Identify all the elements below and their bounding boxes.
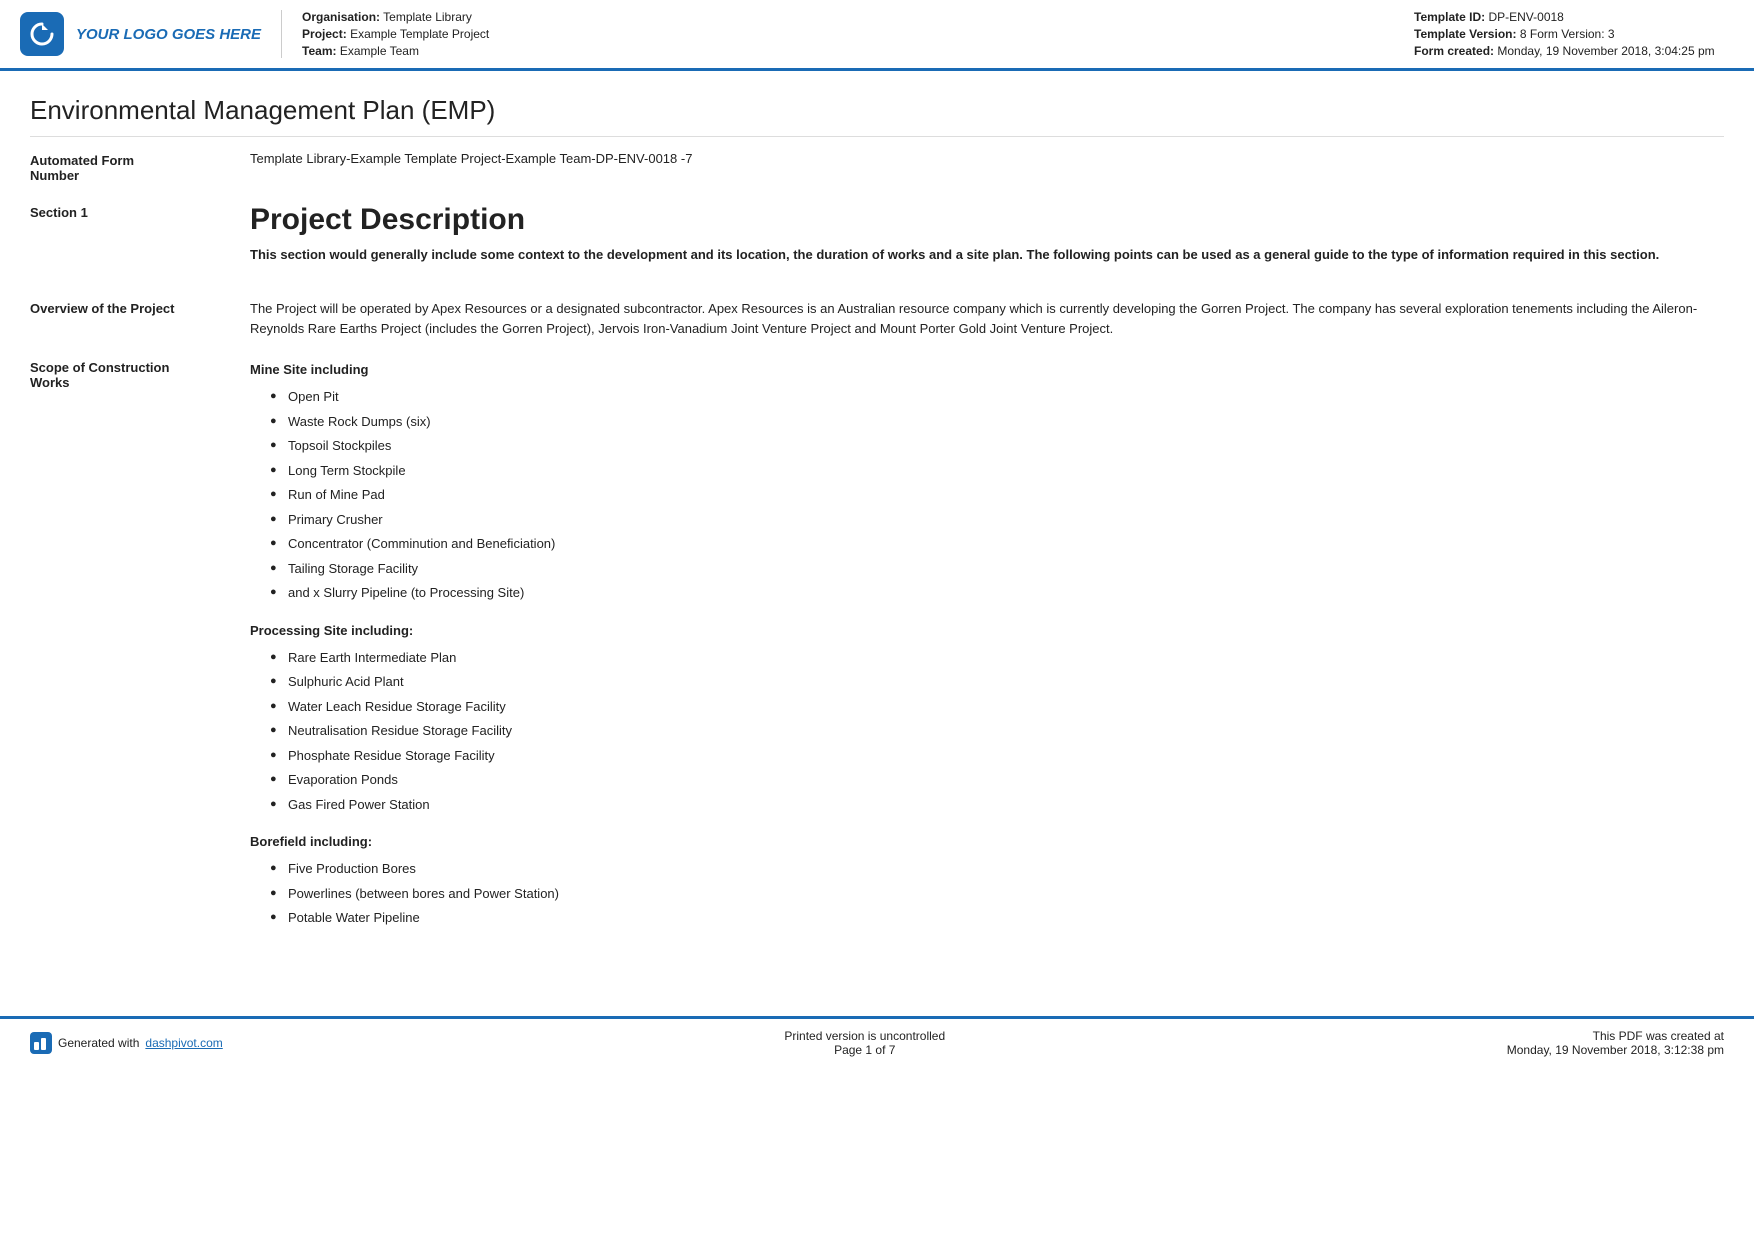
form-version-value: 3	[1608, 27, 1615, 41]
template-id-label: Template ID:	[1414, 10, 1485, 24]
main-content: Environmental Management Plan (EMP) Auto…	[0, 71, 1754, 986]
team-label: Team:	[302, 44, 336, 58]
mine-site-heading: Mine Site including	[250, 362, 1724, 377]
template-version-row: Template Version: 8 Form Version: 3	[1414, 27, 1734, 41]
scope-label: Scope of ConstructionWorks	[30, 358, 250, 390]
overview-label: Overview of the Project	[30, 299, 250, 316]
list-item: and x Slurry Pipeline (to Processing Sit…	[270, 583, 1724, 603]
form-created-row: Form created: Monday, 19 November 2018, …	[1414, 44, 1734, 58]
processing-site-list: Rare Earth Intermediate Plan Sulphuric A…	[270, 648, 1724, 815]
form-version-label: Form Version:	[1530, 27, 1605, 41]
org-value: Template Library	[383, 10, 472, 24]
borefield-section: Borefield including: Five Production Bor…	[250, 834, 1724, 928]
list-item: Sulphuric Acid Plant	[270, 672, 1724, 692]
section1-row: Section 1 Project Description This secti…	[30, 203, 1724, 281]
team-row: Team: Example Team	[302, 44, 1414, 58]
list-item: Powerlines (between bores and Power Stat…	[270, 884, 1724, 904]
mine-site-list: Open Pit Waste Rock Dumps (six) Topsoil …	[270, 387, 1724, 603]
list-item: Neutralisation Residue Storage Facility	[270, 721, 1724, 741]
logo-text: YOUR LOGO GOES HERE	[76, 26, 261, 43]
footer-logo-icon	[30, 1032, 52, 1054]
overview-text: The Project will be operated by Apex Res…	[250, 299, 1724, 341]
org-row: Organisation: Template Library	[302, 10, 1414, 24]
header-right: Template ID: DP-ENV-0018 Template Versio…	[1414, 10, 1734, 58]
footer-center: Printed version is uncontrolled Page 1 o…	[784, 1029, 945, 1057]
list-item: Evaporation Ponds	[270, 770, 1724, 790]
footer-center-line2: Page 1 of 7	[784, 1043, 945, 1057]
list-item: Long Term Stockpile	[270, 461, 1724, 481]
list-item: Gas Fired Power Station	[270, 795, 1724, 815]
footer-left: Generated with dashpivot.com	[30, 1032, 223, 1054]
section1-label: Section 1	[30, 203, 250, 220]
section1-subtext: This section would generally include som…	[250, 245, 1724, 265]
list-item: Concentrator (Comminution and Beneficiat…	[270, 534, 1724, 554]
processing-section: Processing Site including: Rare Earth In…	[250, 623, 1724, 815]
overview-row: Overview of the Project The Project will…	[30, 299, 1724, 341]
list-item: Primary Crusher	[270, 510, 1724, 530]
list-item: Tailing Storage Facility	[270, 559, 1724, 579]
list-item: Open Pit	[270, 387, 1724, 407]
footer-right-line1: This PDF was created at	[1507, 1029, 1724, 1043]
footer-right-line2: Monday, 19 November 2018, 3:12:38 pm	[1507, 1043, 1724, 1057]
list-item: Waste Rock Dumps (six)	[270, 412, 1724, 432]
form-number-row: Automated FormNumber Template Library-Ex…	[30, 151, 1724, 183]
project-label: Project:	[302, 27, 347, 41]
form-number-value: Template Library-Example Template Projec…	[250, 151, 692, 166]
project-row: Project: Example Template Project	[302, 27, 1414, 41]
org-label: Organisation:	[302, 10, 380, 24]
footer-generated-label: Generated with	[58, 1036, 139, 1050]
list-item: Phosphate Residue Storage Facility	[270, 746, 1724, 766]
list-item: Water Leach Residue Storage Facility	[270, 697, 1724, 717]
scope-row: Scope of ConstructionWorks Mine Site inc…	[30, 358, 1724, 948]
section1-content: Project Description This section would g…	[250, 203, 1724, 281]
footer-right: This PDF was created at Monday, 19 Novem…	[1507, 1029, 1724, 1057]
form-created-value: Monday, 19 November 2018, 3:04:25 pm	[1497, 44, 1714, 58]
project-value: Example Template Project	[350, 27, 489, 41]
borefield-heading: Borefield including:	[250, 834, 1724, 849]
list-item: Potable Water Pipeline	[270, 908, 1724, 928]
list-item: Five Production Bores	[270, 859, 1724, 879]
template-id-value: DP-ENV-0018	[1488, 10, 1563, 24]
processing-site-heading: Processing Site including:	[250, 623, 1724, 638]
logo-icon	[20, 12, 64, 56]
team-value: Example Team	[340, 44, 419, 58]
template-id-row: Template ID: DP-ENV-0018	[1414, 10, 1734, 24]
page-title: Environmental Management Plan (EMP)	[30, 95, 1724, 137]
list-item: Rare Earth Intermediate Plan	[270, 648, 1724, 668]
footer-center-line1: Printed version is uncontrolled	[784, 1029, 945, 1043]
list-item: Topsoil Stockpiles	[270, 436, 1724, 456]
page-footer: Generated with dashpivot.com Printed ver…	[0, 1016, 1754, 1067]
list-item: Run of Mine Pad	[270, 485, 1724, 505]
scope-content: Mine Site including Open Pit Waste Rock …	[250, 358, 1724, 948]
section1-heading: Project Description	[250, 203, 1724, 237]
footer-generated-link[interactable]: dashpivot.com	[145, 1036, 222, 1050]
page-header: YOUR LOGO GOES HERE Organisation: Templa…	[0, 0, 1754, 71]
template-version-label: Template Version:	[1414, 27, 1516, 41]
form-number-label: Automated FormNumber	[30, 151, 250, 183]
overview-content: The Project will be operated by Apex Res…	[250, 299, 1724, 341]
form-created-label: Form created:	[1414, 44, 1494, 58]
logo-section: YOUR LOGO GOES HERE	[20, 10, 282, 58]
template-version-value: 8	[1520, 27, 1527, 41]
borefield-list: Five Production Bores Powerlines (betwee…	[270, 859, 1724, 928]
header-meta: Organisation: Template Library Project: …	[302, 10, 1414, 58]
